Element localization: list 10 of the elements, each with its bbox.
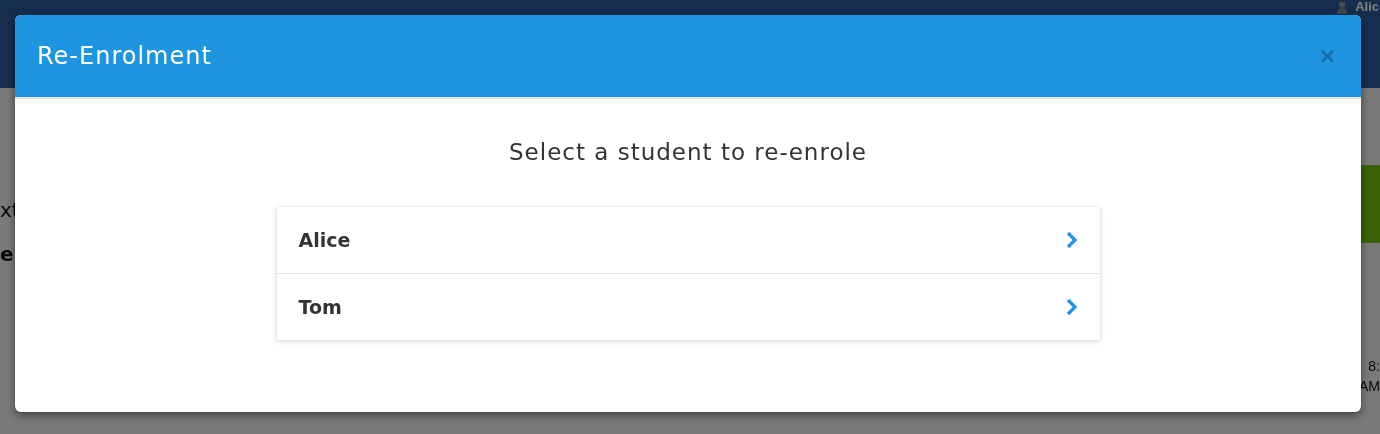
user-icon [1337, 0, 1348, 14]
background-text: e [0, 242, 15, 266]
student-item[interactable]: Tom [276, 274, 1100, 340]
chevron-right-icon [1065, 298, 1078, 316]
modal-title: Re-Enrolment [37, 42, 212, 70]
chevron-right-icon [1065, 231, 1078, 249]
dialog-heading: Select a student to re-enrole [509, 139, 867, 165]
background-text: 8: [1368, 358, 1380, 374]
student-item[interactable]: Alice [276, 207, 1100, 274]
user-name[interactable]: Alic [1355, 0, 1379, 14]
